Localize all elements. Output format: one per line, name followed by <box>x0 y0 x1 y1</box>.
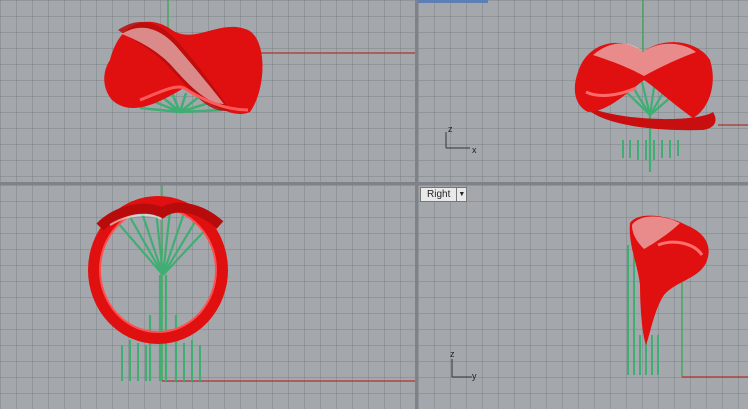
axis-right-label: y <box>472 371 477 381</box>
chevron-down-icon[interactable]: ▼ <box>457 187 468 202</box>
viewport-right[interactable]: Right ▼ z y <box>418 185 748 409</box>
ring-model <box>574 42 716 131</box>
viewport-title[interactable]: Right <box>420 187 458 202</box>
viewport-title-tab[interactable]: Right ▼ <box>420 187 468 202</box>
viewport-front[interactable] <box>0 185 415 409</box>
viewport-perspective[interactable]: z x <box>418 0 748 182</box>
axis-up-label: z <box>450 349 455 359</box>
support-tree <box>117 210 211 381</box>
axis-right-label: x <box>472 145 477 155</box>
ring-model <box>629 215 709 345</box>
top-view-scene <box>104 0 415 114</box>
viewport-top[interactable] <box>0 0 415 182</box>
axis-up-label: z <box>448 124 453 134</box>
front-view-scene <box>88 185 415 382</box>
